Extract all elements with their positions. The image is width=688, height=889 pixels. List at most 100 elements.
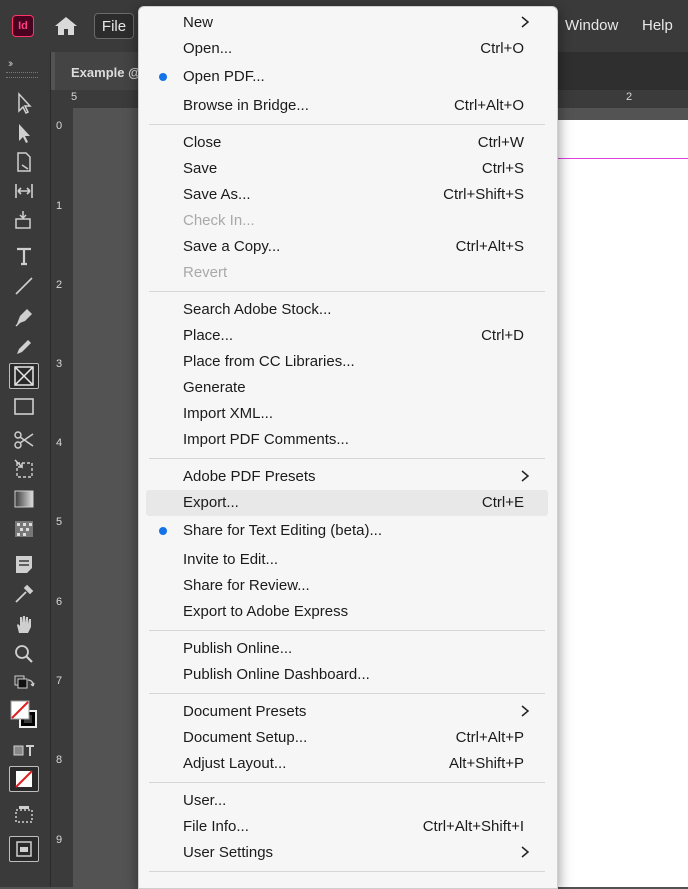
menu-item-label: Open PDF... xyxy=(183,68,265,85)
menu-item-pdf-presets[interactable]: Adobe PDF Presets xyxy=(146,464,548,490)
menu-item-publish-dashboard[interactable]: Publish Online Dashboard... xyxy=(146,662,548,688)
note-tool-icon[interactable] xyxy=(9,551,39,577)
menu-item-label: Browse in Bridge... xyxy=(183,97,309,114)
menu-item-label: Open... xyxy=(183,40,233,57)
menu-item-label: Save As... xyxy=(183,186,251,203)
screen-mode-icon[interactable] xyxy=(9,802,39,828)
ruler-tick-label: 2 xyxy=(56,279,63,291)
file-menu-button[interactable]: File xyxy=(94,13,134,39)
menu-item-import-pdf-comments[interactable]: Import PDF Comments... xyxy=(146,427,548,453)
menu-separator xyxy=(149,124,545,125)
menu-item-label: Publish Online... xyxy=(183,640,293,657)
menu-item-file-info[interactable]: File Info... Ctrl+Alt+Shift+I xyxy=(146,814,548,840)
shortcut-label: Ctrl+Alt+P xyxy=(455,729,524,746)
free-transform-tool-icon[interactable] xyxy=(9,456,39,482)
collapse-panel-icon[interactable]: ›› xyxy=(8,58,14,70)
panel-grip[interactable] xyxy=(6,72,38,78)
menu-item-new[interactable]: New xyxy=(146,10,548,36)
window-menu[interactable]: Window xyxy=(565,17,618,34)
menu-item-place[interactable]: Place... Ctrl+D xyxy=(146,323,548,349)
eyedropper-tool-icon[interactable] xyxy=(9,581,39,607)
menu-item-label: Share for Text Editing (beta)... xyxy=(183,522,382,539)
selection-tool-icon[interactable] xyxy=(9,90,39,116)
home-icon[interactable] xyxy=(54,15,78,37)
hand-tool-icon[interactable] xyxy=(9,611,39,637)
shortcut-label: Ctrl+Shift+S xyxy=(443,186,524,203)
menu-item-share-review[interactable]: Share for Review... xyxy=(146,573,548,599)
menu-item-place-cc-libraries[interactable]: Place from CC Libraries... xyxy=(146,349,548,375)
menu-item-user-settings[interactable]: User Settings xyxy=(146,840,548,866)
menu-item-open-pdf[interactable]: Open PDF... xyxy=(146,64,548,90)
menu-item-label: Place from CC Libraries... xyxy=(183,353,355,370)
page-tool-icon[interactable] xyxy=(9,149,39,175)
submenu-arrow-icon xyxy=(521,846,530,858)
shortcut-label: Ctrl+Alt+Shift+I xyxy=(422,818,524,835)
menu-item-document-setup[interactable]: Document Setup... Ctrl+Alt+P xyxy=(146,725,548,751)
menu-item-label: Revert xyxy=(183,264,228,281)
ruler-tick-label: 9 xyxy=(56,834,63,846)
menu-item-label: Adobe PDF Presets xyxy=(183,468,316,485)
pencil-tool-icon[interactable] xyxy=(9,334,39,360)
menu-item-generate[interactable]: Generate xyxy=(146,375,548,401)
menu-separator xyxy=(149,291,545,292)
document-page[interactable] xyxy=(556,120,688,887)
menu-item-invite-to-edit[interactable]: Invite to Edit... xyxy=(146,547,548,573)
menu-item-label: New xyxy=(183,14,214,31)
formatting-affects-container-icon[interactable] xyxy=(9,738,39,764)
menu-separator xyxy=(149,871,545,872)
help-menu[interactable]: Help xyxy=(642,17,673,34)
menu-item-label: Export to Adobe Express xyxy=(183,603,349,620)
menu-item-share-text-editing[interactable]: Share for Text Editing (beta)... xyxy=(146,518,548,544)
menu-item-search-stock[interactable]: Search Adobe Stock... xyxy=(146,297,548,323)
direct-selection-tool-icon[interactable] xyxy=(9,120,39,146)
zoom-tool-icon[interactable] xyxy=(9,641,39,667)
menu-item-publish-online[interactable]: Publish Online... xyxy=(146,636,548,662)
gradient-feather-tool-icon[interactable] xyxy=(9,516,39,542)
menu-item-label: Share for Review... xyxy=(183,577,310,594)
menu-separator xyxy=(149,693,545,694)
ruler-tick-label: 7 xyxy=(56,675,63,687)
menu-item-label: Save a Copy... xyxy=(183,238,281,255)
menu-item-export-express[interactable]: Export to Adobe Express xyxy=(146,599,548,625)
menu-item-label: Adjust Layout... xyxy=(183,755,287,772)
scissors-tool-icon[interactable] xyxy=(9,427,39,453)
menu-item-check-in: Check In... xyxy=(146,208,548,234)
menu-item-export[interactable]: Export... Ctrl+E xyxy=(146,490,548,516)
pen-tool-icon[interactable] xyxy=(9,304,39,330)
gap-tool-icon[interactable] xyxy=(9,178,39,204)
shortcut-label: Ctrl+D xyxy=(481,327,524,344)
default-colors-icon[interactable] xyxy=(9,672,39,698)
shortcut-label: Ctrl+E xyxy=(481,494,524,511)
menu-item-document-presets[interactable]: Document Presets xyxy=(146,699,548,725)
menu-item-close[interactable]: Close Ctrl+W xyxy=(146,130,548,156)
preview-mode-icon[interactable] xyxy=(9,836,39,862)
fill-stroke-swatch[interactable] xyxy=(9,698,39,734)
menu-item-user[interactable]: User... xyxy=(146,788,548,814)
menu-item-open[interactable]: Open... Ctrl+O xyxy=(146,36,548,62)
gradient-tool-icon[interactable] xyxy=(9,486,39,512)
menu-item-save-as[interactable]: Save As... Ctrl+Shift+S xyxy=(146,182,548,208)
menu-item-label: Document Setup... xyxy=(183,729,308,746)
content-collector-icon[interactable] xyxy=(9,207,39,233)
apply-none-icon[interactable] xyxy=(9,766,39,792)
new-feature-dot-icon xyxy=(159,527,167,535)
menu-item-label: Invite to Edit... xyxy=(183,551,279,568)
menu-item-browse-bridge[interactable]: Browse in Bridge... Ctrl+Alt+O xyxy=(146,93,548,119)
shortcut-label: Ctrl+W xyxy=(477,134,524,151)
rectangle-tool-icon[interactable] xyxy=(9,394,39,420)
menu-item-label: Export... xyxy=(183,494,239,511)
type-tool-icon[interactable] xyxy=(9,243,39,269)
menu-item-save-copy[interactable]: Save a Copy... Ctrl+Alt+S xyxy=(146,234,548,260)
ruler-tick-label: 3 xyxy=(56,358,63,370)
menu-item-save[interactable]: Save Ctrl+S xyxy=(146,156,548,182)
shortcut-label: Ctrl+O xyxy=(480,40,524,57)
menu-item-adjust-layout[interactable]: Adjust Layout... Alt+Shift+P xyxy=(146,751,548,777)
rectangle-frame-tool-icon[interactable] xyxy=(9,363,39,389)
menu-item-import-xml[interactable]: Import XML... xyxy=(146,401,548,427)
vertical-ruler: 0 1 2 3 4 5 6 7 8 9 xyxy=(51,90,73,887)
line-tool-icon[interactable] xyxy=(9,273,39,299)
document-tab[interactable]: Example @ xyxy=(55,52,145,90)
tools-panel: ›› xyxy=(0,52,51,887)
app-logo: Id xyxy=(12,15,34,37)
menu-item-label: Import XML... xyxy=(183,405,274,422)
